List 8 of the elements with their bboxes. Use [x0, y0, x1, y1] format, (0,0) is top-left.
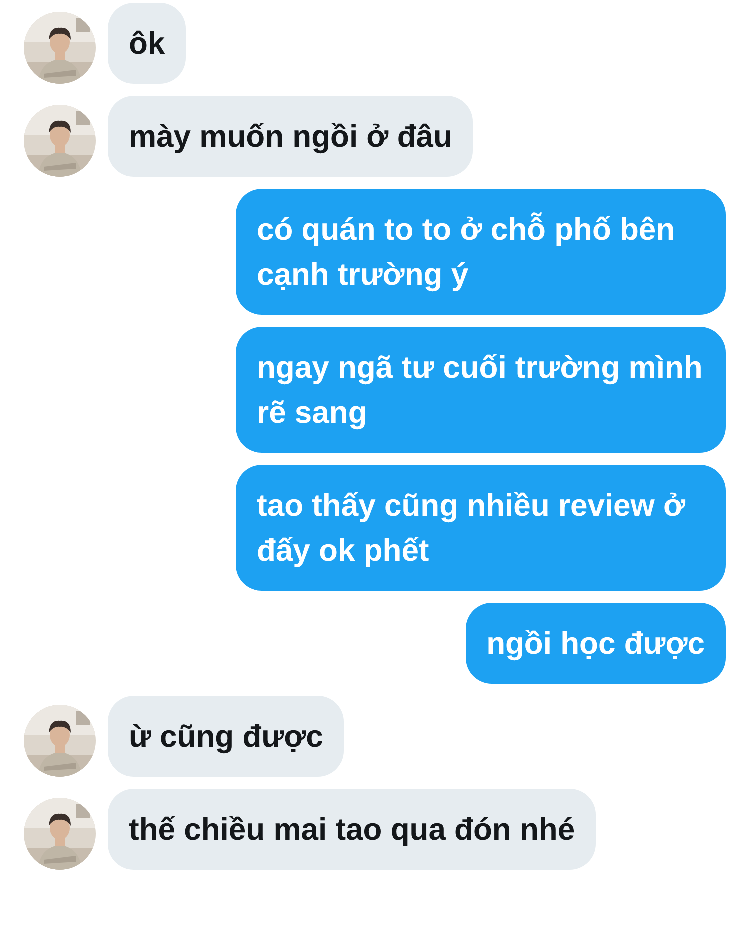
- message-bubble: mày muốn ngồi ở đâu: [108, 96, 474, 177]
- message-bubble: ngồi học được: [466, 603, 726, 684]
- message-bubble: có quán to to ở chỗ phố bên cạnh trường ý: [236, 189, 726, 315]
- message-bubble: ừ cũng được: [108, 696, 344, 777]
- message-bubble: ngay ngã tư cuối trường mình rẽ sang: [236, 327, 726, 453]
- message-bubble: ôk: [108, 3, 186, 84]
- message-bubble: thế chiều mai tao qua đón nhé: [108, 789, 596, 870]
- message-bubble: tao thấy cũng nhiều review ở đấy ok phết: [236, 465, 726, 591]
